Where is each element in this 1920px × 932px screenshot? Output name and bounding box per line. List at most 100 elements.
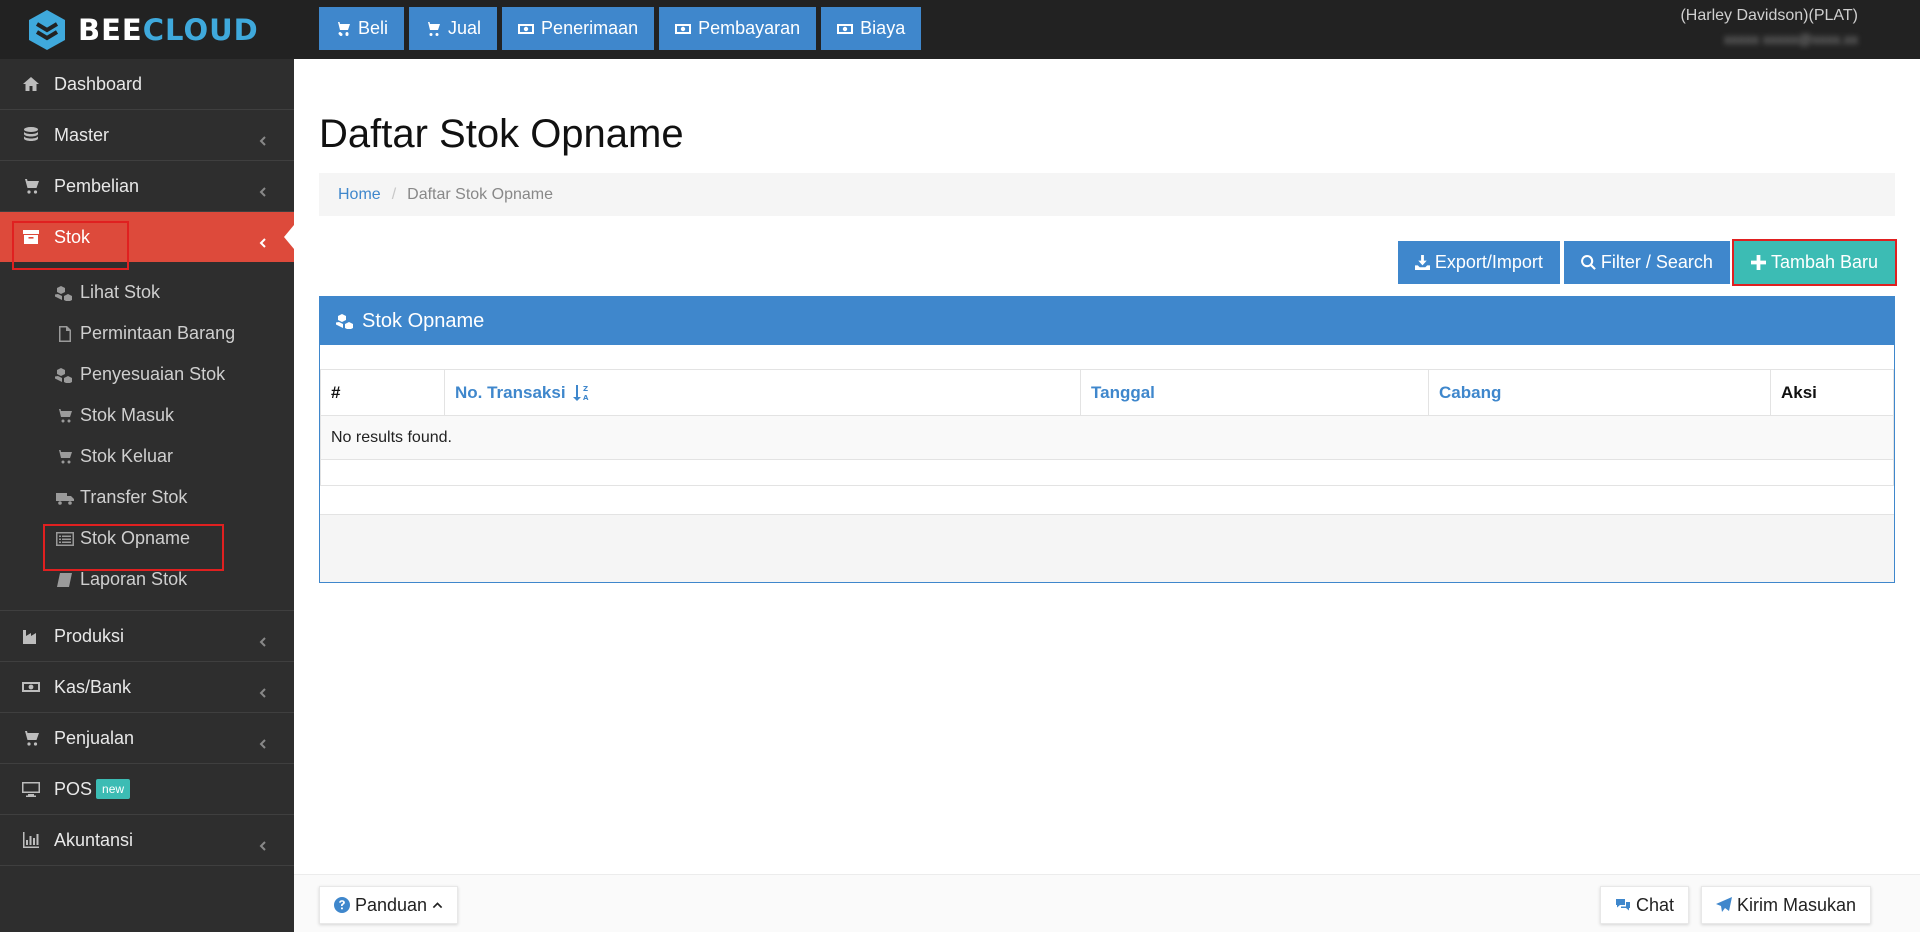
plus-icon [1750, 255, 1766, 270]
penerimaan-button[interactable]: Penerimaan [502, 7, 655, 50]
money-icon [518, 23, 535, 34]
sidebar-item-akuntansi[interactable]: Akuntansi [0, 815, 294, 866]
sidebar-subitem-transfer-stok[interactable]: Transfer Stok [0, 477, 294, 518]
user-email-redacted: xxxxx xxxxx@xxxx.xx [1724, 31, 1858, 47]
chevron-left-icon [258, 232, 268, 248]
cart-icon [22, 179, 39, 194]
kirim-masukan-button[interactable]: Kirim Masukan [1701, 886, 1872, 924]
paper-plane-icon [1716, 897, 1732, 912]
sidebar-subitem-permintaan-barang[interactable]: Permintaan Barang [0, 313, 294, 354]
cubes-icon [55, 285, 72, 301]
sidebar-subitem-stok-keluar[interactable]: Stok Keluar [0, 436, 294, 477]
database-icon [24, 127, 38, 141]
sidebar-item-dashboard[interactable]: Dashboard [0, 59, 294, 110]
new-badge: new [96, 779, 131, 799]
stok-submenu: Lihat Stok Permintaan Barang Penyesuaian… [0, 262, 294, 611]
page-title: Daftar Stok Opname [319, 112, 684, 156]
table-row [320, 459, 1894, 486]
chevron-left-icon [258, 130, 268, 146]
svg-text:Z: Z [583, 385, 588, 393]
cart-icon [56, 408, 72, 422]
sidebar-item-kas-bank[interactable]: Kas/Bank [0, 662, 294, 713]
desktop-icon [22, 782, 40, 797]
panduan-button[interactable]: Panduan [319, 886, 459, 924]
company-info[interactable]: (Harley Davidson)(PLAT) xxxxx xxxxx@xxxx… [1680, 7, 1858, 47]
search-icon [1580, 255, 1596, 270]
home-icon [23, 77, 39, 91]
cart-icon [335, 21, 350, 36]
beli-button[interactable]: Beli [319, 7, 405, 50]
truck-icon [56, 492, 74, 505]
sidebar: Dashboard Master Pembelian Stok Lihat St… [0, 59, 294, 932]
chevron-left-icon [258, 835, 268, 851]
file-icon [59, 325, 71, 342]
empty-message: No results found. [320, 415, 1894, 460]
money-icon [22, 682, 40, 692]
table-header-row: # No. Transaksi ZA Tanggal Cabang Aksi [320, 369, 1894, 416]
beecloud-logo-icon [29, 9, 65, 50]
comments-icon [1616, 899, 1630, 911]
archive-icon [23, 230, 39, 244]
main-content: Daftar Stok Opname Home / Daftar Stok Op… [294, 59, 1920, 932]
quick-actions: Beli Jual Penerimaan Pembayaran Biaya [319, 7, 922, 50]
list-icon [56, 531, 74, 546]
sidebar-subitem-penyesuaian-stok[interactable]: Penyesuaian Stok [0, 354, 294, 395]
sort-alpha-desc-icon: ZA [573, 385, 589, 402]
panel-footer [320, 514, 1894, 582]
breadcrumb-separator: / [391, 185, 397, 203]
stok-opname-table: # No. Transaksi ZA Tanggal Cabang Aksi N… [320, 369, 1894, 486]
chevron-left-icon [258, 733, 268, 749]
question-circle-icon [334, 897, 350, 913]
tambah-baru-button[interactable]: Tambah Baru [1731, 239, 1898, 286]
panel-spacer [320, 345, 1894, 369]
sidebar-subitem-stok-opname[interactable]: Stok Opname [0, 518, 294, 559]
chevron-left-icon [258, 181, 268, 197]
sidebar-subitem-lihat-stok[interactable]: Lihat Stok [0, 272, 294, 313]
sidebar-item-pembelian[interactable]: Pembelian [0, 161, 294, 212]
sidebar-item-penjualan[interactable]: Penjualan [0, 713, 294, 764]
breadcrumb-current: Daftar Stok Opname [407, 185, 553, 203]
chevron-left-icon [258, 682, 268, 698]
sidebar-item-stok[interactable]: Stok [0, 212, 294, 262]
book-icon [57, 572, 72, 587]
column-header-tanggal[interactable]: Tanggal [1080, 369, 1429, 416]
cart-icon [425, 21, 441, 36]
jual-button[interactable]: Jual [409, 7, 498, 50]
export-import-button[interactable]: Export/Import [1397, 241, 1560, 284]
breadcrumb-home-link[interactable]: Home [338, 186, 381, 204]
panel-header: Stok Opname [320, 297, 1894, 345]
download-icon [1414, 255, 1430, 270]
money-icon [837, 23, 854, 34]
sidebar-item-master[interactable]: Master [0, 110, 294, 161]
brand[interactable]: BEECLOUD [0, 0, 294, 59]
column-header-cabang[interactable]: Cabang [1428, 369, 1771, 416]
panel-title: Stok Opname [362, 309, 485, 332]
cubes-icon [336, 314, 353, 329]
company-name: (Harley Davidson)(PLAT) [1680, 7, 1858, 24]
column-header-number: # [320, 369, 445, 416]
pembayaran-button[interactable]: Pembayaran [659, 7, 817, 50]
table-row-empty-message: No results found. [320, 415, 1894, 460]
sidebar-item-pos[interactable]: POS new [0, 764, 294, 815]
stok-opname-panel: Stok Opname # No. Transaksi ZA Tanggal C… [319, 296, 1895, 583]
breadcrumb: Home / Daftar Stok Opname [319, 173, 1895, 216]
cart-icon [22, 731, 39, 746]
cart-icon [56, 449, 72, 463]
column-header-no-transaksi[interactable]: No. Transaksi ZA [444, 369, 1081, 416]
sidebar-item-produksi[interactable]: Produksi [0, 611, 294, 662]
filter-search-button[interactable]: Filter / Search [1563, 241, 1730, 284]
chat-button[interactable]: Chat [1600, 886, 1690, 924]
page-actions: Export/Import Filter / Search Tambah Bar… [1397, 239, 1898, 286]
biaya-button[interactable]: Biaya [821, 7, 922, 50]
top-bar: BEECLOUD Beli Jual Penerimaan Pembayaran… [0, 0, 1920, 59]
money-icon [675, 23, 692, 34]
bar-chart-icon [23, 832, 39, 848]
factory-icon [23, 630, 36, 644]
footer-bar: Panduan Chat Kirim Masukan [294, 874, 1920, 932]
svg-text:A: A [583, 394, 589, 402]
sidebar-subitem-laporan-stok[interactable]: Laporan Stok [0, 559, 294, 600]
sidebar-subitem-stok-masuk[interactable]: Stok Masuk [0, 395, 294, 436]
chevron-up-icon [432, 901, 443, 908]
column-header-aksi: Aksi [1770, 369, 1894, 416]
brand-name: BEECLOUD [78, 12, 259, 47]
